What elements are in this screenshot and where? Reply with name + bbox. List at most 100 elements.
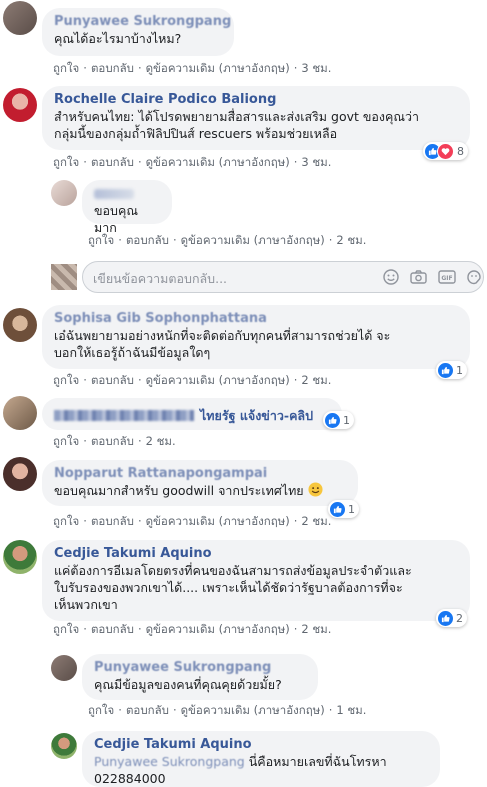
like-link[interactable]: ถูกใจ — [53, 155, 79, 169]
see-original-link[interactable]: ดูข้อความเดิม (ภาษาอังกฤษ) — [146, 61, 290, 75]
reply-link[interactable]: ตอบกลับ — [91, 622, 134, 636]
comment-text: คุณได้อะไรมาบ้างไหม? — [54, 31, 182, 46]
like-link[interactable]: ถูกใจ — [53, 622, 79, 636]
comment-text: เอ๋ฉันพยายามอย่างหนักที่จะติดต่อกับทุกคน… — [54, 328, 391, 343]
like-link[interactable]: ถูกใจ — [53, 434, 79, 448]
see-original-link[interactable]: ดูข้อความเดิม (ภาษาอังกฤษ) — [146, 373, 290, 387]
comment-text: บอกให้เธอรู้ถ้าฉันมีข้อมูลใดๆ — [54, 345, 211, 360]
avatar[interactable] — [3, 540, 37, 574]
sticker-icon[interactable] — [466, 269, 482, 289]
reaction-number: 2 — [456, 611, 463, 625]
like-icon — [330, 501, 345, 517]
like-icon — [438, 610, 453, 626]
like-link[interactable]: ถูกใจ — [53, 514, 79, 528]
comment-author[interactable]: Sophisa Gib Sophonphattana — [54, 311, 458, 327]
comment-bubble: Rochelle Claire Podico Baliong สำหรับคนไ… — [42, 86, 470, 150]
reply-link[interactable]: ตอบกลับ — [91, 514, 134, 528]
reaction-number: 1 — [456, 363, 463, 377]
comment-author[interactable]: ไทยรัฐ แจ้งข่าว-คลิป — [200, 408, 313, 423]
reaction-count[interactable]: 2 — [436, 609, 467, 627]
comment-text: เห็นพวกเขา — [54, 597, 118, 612]
like-icon — [438, 362, 453, 378]
gif-icon[interactable]: GIF — [438, 269, 456, 289]
comment-bubble: Nopparut Rattanapongampai ขอบคุณมากสำหรั… — [42, 460, 358, 506]
comment-actions: ถูกใจ · ตอบกลับ · ดูข้อความเดิม (ภาษาอังกฤษ)… — [53, 155, 332, 169]
timestamp[interactable]: 3 ชม. — [301, 155, 331, 169]
avatar[interactable] — [3, 457, 37, 491]
comment-actions: ถูกใจ · ตอบกลับ · ดูข้อความเดิม (ภาษาอังกฤษ)… — [53, 61, 332, 75]
comment-bubble: ไทยรัฐ แจ้งข่าว-คลิป — [42, 398, 342, 430]
reply-link[interactable]: ตอบกลับ — [91, 434, 134, 448]
timestamp[interactable]: 3 ชม. — [301, 61, 331, 75]
mention-link[interactable]: Punyawee Sukrongpang — [94, 754, 245, 769]
reaction-count[interactable]: 1 — [323, 411, 354, 429]
comment-text: คุณมีข้อมูลของคนที่คุณคุยด้วยมั้ย? — [94, 677, 282, 692]
like-link[interactable]: ถูกใจ — [88, 703, 114, 717]
comment-bubble: Punyawee Sukrongpang คุณมีข้อมูลของคนที่… — [82, 654, 318, 700]
see-original-link[interactable]: ดูข้อความเดิม (ภาษาอังกฤษ) — [181, 233, 325, 247]
comment-actions: ถูกใจ · ตอบกลับ · ดูข้อความเดิม (ภาษาอังกฤษ)… — [53, 622, 332, 636]
comment-text: ขอบคุณมากสำหรับ goodwill จากประเทศไทย — [54, 482, 346, 501]
see-original-link[interactable]: ดูข้อความเดิม (ภาษาอังกฤษ) — [146, 155, 290, 169]
timestamp[interactable]: 2 ชม. — [146, 434, 176, 448]
comment-actions: ถูกใจ · ตอบกลับ · ดูข้อความเดิม (ภาษาอังกฤษ)… — [88, 703, 367, 717]
reaction-count[interactable]: 1 — [328, 500, 359, 518]
reaction-count[interactable]: 8 — [423, 142, 468, 160]
avatar[interactable] — [51, 655, 77, 681]
see-original-link[interactable]: ดูข้อความเดิม (ภาษาอังกฤษ) — [181, 703, 325, 717]
avatar[interactable] — [3, 308, 37, 342]
comment-author[interactable]: Cedjie Takumi Aquino — [94, 737, 428, 753]
see-original-link[interactable]: ดูข้อความเดิม (ภาษาอังกฤษ) — [146, 514, 290, 528]
comment-actions: ถูกใจ · ตอบกลับ · ดูข้อความเดิม (ภาษาอังกฤษ)… — [53, 514, 332, 528]
comment-text: กลุ่มนี้ของกลุ่มถ้ำฟิลิปปินส์ rescuers พ… — [54, 126, 338, 141]
comment-text: ขอบคุณมาก — [94, 203, 138, 235]
comment-bubble: ขอบคุณมาก — [82, 180, 172, 235]
avatar[interactable] — [3, 88, 37, 122]
comment-text: สำหรับคนไทย: ได้โปรดพยายามสื่อสารและส่งเ… — [54, 109, 420, 124]
like-link[interactable]: ถูกใจ — [53, 61, 79, 75]
comment-author[interactable]: Punyawee Sukrongpang — [94, 660, 306, 676]
reaction-number: 8 — [457, 144, 464, 158]
like-icon — [325, 412, 340, 428]
svg-text:GIF: GIF — [441, 275, 452, 282]
avatar[interactable] — [3, 396, 37, 430]
reaction-number: 1 — [343, 413, 350, 427]
like-link[interactable]: ถูกใจ — [88, 233, 114, 247]
emoji-icon[interactable] — [383, 269, 399, 289]
timestamp[interactable]: 2 ชม. — [301, 373, 331, 387]
avatar[interactable] — [51, 733, 77, 759]
reply-link[interactable]: ตอบกลับ — [126, 233, 169, 247]
comment-text: แค่ต้องการอีเมลโดยตรงที่คนของฉันสามารถส่… — [54, 563, 412, 578]
avatar[interactable] — [51, 180, 77, 206]
comment-text: ใบรับรองของพวกเขาได้.... เพราะเห็นได้ชัด… — [54, 580, 403, 595]
reaction-count[interactable]: 1 — [436, 361, 467, 379]
comment-author[interactable]: Nopparut Rattanapongampai — [54, 466, 346, 482]
reply-link[interactable]: ตอบกลับ — [126, 703, 169, 717]
reply-placeholder: เขียนข้อความตอบกลับ... — [93, 271, 228, 286]
reply-link[interactable]: ตอบกลับ — [91, 155, 134, 169]
comment-bubble: Sophisa Gib Sophonphattana เอ๋ฉันพยายามอ… — [42, 305, 470, 369]
like-link[interactable]: ถูกใจ — [53, 373, 79, 387]
comment-actions: ถูกใจ · ตอบกลับ · 2 ชม. — [53, 434, 176, 448]
timestamp[interactable]: 1 ชม. — [336, 703, 366, 717]
comment-author[interactable]: Rochelle Claire Podico Baliong — [54, 92, 458, 108]
see-original-link[interactable]: ดูข้อความเดิม (ภาษาอังกฤษ) — [146, 622, 290, 636]
comment-actions: ถูกใจ · ตอบกลับ · ดูข้อความเดิม (ภาษาอังกฤษ)… — [53, 373, 332, 387]
comment-author[interactable]: Cedjie Takumi Aquino — [54, 546, 458, 562]
comment-bubble: Cedjie Takumi Aquino แค่ต้องการอีเมลโดยต… — [42, 540, 470, 621]
current-user-avatar — [51, 264, 77, 290]
comment-author[interactable]: Punyawee Sukrongpang — [54, 14, 231, 30]
camera-icon[interactable] — [410, 269, 427, 289]
timestamp[interactable]: 2 ชม. — [301, 622, 331, 636]
comment-actions: ถูกใจ · ตอบกลับ · ดูข้อความเดิม (ภาษาอังกฤษ)… — [88, 233, 367, 247]
comment-bubble: Cedjie Takumi Aquino Punyawee Sukrongpan… — [82, 731, 440, 787]
timestamp[interactable]: 2 ชม. — [336, 233, 366, 247]
avatar[interactable] — [3, 1, 37, 35]
reply-link[interactable]: ตอบกลับ — [91, 373, 134, 387]
comment-author-blurred[interactable] — [94, 189, 134, 199]
reply-input[interactable]: เขียนข้อความตอบกลับ... GIF — [82, 261, 484, 293]
timestamp[interactable]: 2 ชม. — [301, 514, 331, 528]
reply-link[interactable]: ตอบกลับ — [91, 61, 134, 75]
comment-author-blurred[interactable] — [54, 410, 194, 421]
comment-text: Punyawee Sukrongpang นี่คือหมายเลขที่ฉัน… — [94, 754, 387, 769]
